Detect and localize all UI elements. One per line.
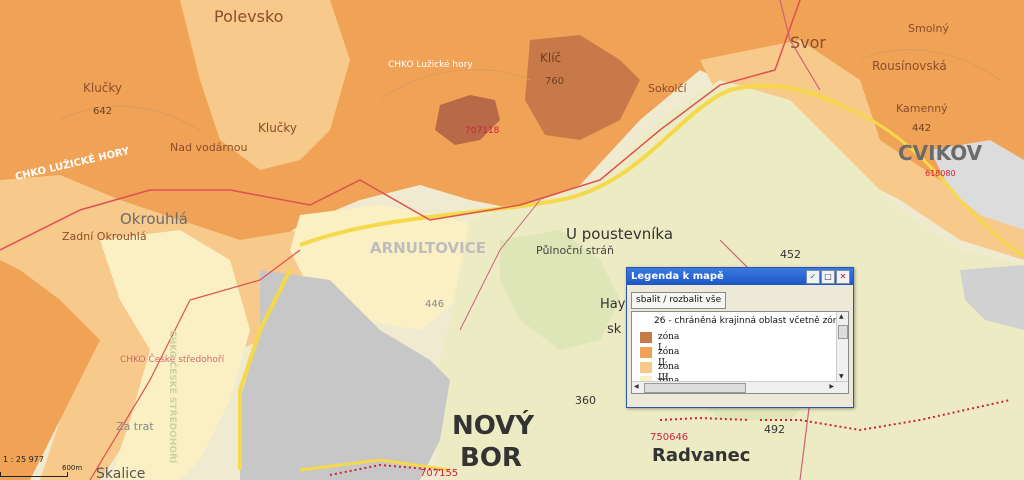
label-chko-ceske-rotated: CHKO ČESKÉ STŘEDOHOŘÍ: [167, 330, 179, 464]
map-canvas[interactable]: Polevsko Svor CHKO Lužické hory Klíč 760…: [0, 0, 1024, 480]
legend-list[interactable]: 26 - chráněná krajinná oblast včetně zón…: [631, 311, 849, 394]
label-radvanec: Radvanec: [652, 445, 750, 466]
label-elev-446: 446: [425, 299, 444, 310]
label-bor: BOR: [460, 443, 522, 473]
horizontal-scroll-thumb[interactable]: [644, 383, 746, 393]
label-u-poustevnika: U poustevníka: [566, 225, 673, 243]
label-zadni-okrouhla: Zadní Okrouhlá: [62, 230, 147, 243]
legend-close-button[interactable]: ✕: [836, 270, 850, 284]
swatch-zone-1: [640, 332, 652, 343]
label-polevsko: Polevsko: [214, 7, 283, 26]
label-sokolcan: Sokolčí: [648, 82, 688, 95]
label-elev-492: 492: [764, 423, 785, 436]
legend-toggle-button[interactable]: sbalit / rozbalit vše: [631, 292, 727, 309]
label-elev-452: 452: [780, 248, 801, 261]
label-rousinovska: Rousínovská: [872, 59, 947, 73]
legend-window[interactable]: Legenda k mapě ✓ □ ✕ sbalit / rozbalit v…: [626, 267, 854, 408]
label-nad-vodarnou: Nad vodárnou: [170, 141, 247, 154]
label-sk: sk: [607, 322, 622, 337]
label-arnultovice: ARNULTOVICE: [370, 239, 486, 257]
label-kamenny: Kamenný: [896, 102, 948, 115]
label-code-707155: 707155: [420, 468, 458, 479]
swatch-zone-3: [640, 362, 652, 373]
label-klucky-upper: Klučky: [83, 81, 122, 95]
label-hay: Hay: [600, 297, 626, 312]
label-code-750646: 750646: [650, 432, 688, 443]
legend-titlebar[interactable]: Legenda k mapě ✓ □ ✕: [627, 268, 853, 285]
label-klic: Klíč: [540, 51, 561, 65]
label-code-618080: 618080: [925, 169, 956, 178]
swatch-zone-2: [640, 347, 652, 358]
label-klic-elev: 760: [545, 76, 564, 87]
map-scalebar: [0, 472, 68, 477]
scroll-down-icon[interactable]: ▼: [839, 373, 844, 380]
legend-heading: 26 - chráněná krajinná oblast včetně zón: [654, 316, 839, 326]
legend-maximize-button[interactable]: □: [821, 270, 835, 284]
label-chko-luzicke: CHKO Lužické hory: [388, 59, 473, 70]
scroll-up-icon[interactable]: ▲: [839, 313, 844, 320]
label-kamenny-elev: 442: [912, 123, 931, 134]
label-okrouhla: Okrouhlá: [120, 210, 188, 228]
legend-title: Legenda k mapě: [631, 271, 724, 282]
label-cvikov: CVIKOV: [898, 141, 983, 165]
vertical-scroll-thumb[interactable]: [838, 325, 848, 339]
label-skalice: Skalice: [96, 466, 145, 480]
map-scalebar-label: 600m: [62, 464, 83, 472]
legend-horizontal-scrollbar[interactable]: ◀ ▶: [632, 381, 848, 393]
label-za-trati: Za trat: [116, 420, 154, 433]
legend-vertical-scrollbar[interactable]: ▲ ▼: [836, 312, 848, 381]
label-smolny: Smolný: [908, 22, 949, 35]
label-code-707118: 707118: [465, 126, 500, 136]
label-elev-360: 360: [575, 394, 596, 407]
label-novy: NOVÝ: [452, 409, 535, 441]
label-svor: Svor: [790, 33, 826, 52]
label-pulnocni-stran: Půlnoční stráň: [536, 244, 614, 257]
legend-check-button[interactable]: ✓: [806, 270, 820, 284]
scroll-right-icon[interactable]: ▶: [829, 383, 834, 390]
scroll-left-icon[interactable]: ◀: [634, 383, 639, 390]
label-klucky-lower: Klučky: [258, 121, 297, 135]
map-scale-ratio: 1 : 25 977: [3, 455, 44, 464]
label-klucky-elev: 642: [93, 106, 112, 117]
